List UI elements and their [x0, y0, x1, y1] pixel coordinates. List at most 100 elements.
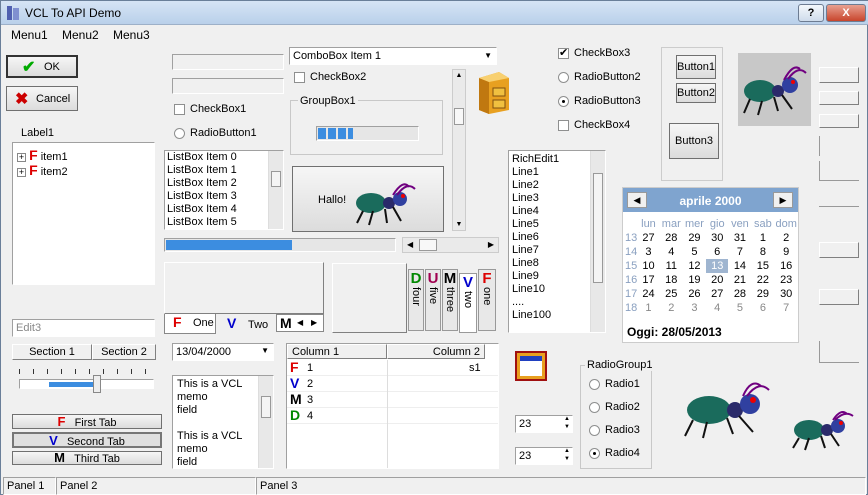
header-section-1[interactable]: Section 1	[12, 344, 92, 360]
tab-one[interactable]: F One	[164, 314, 216, 334]
calendar-day[interactable]: 1	[751, 231, 774, 245]
calendar-day[interactable]: 25	[660, 287, 683, 301]
table-row[interactable]: D4	[287, 407, 498, 424]
spin-edit-1[interactable]: 23 ▲ ▼	[515, 415, 573, 433]
calendar-day[interactable]: 6	[706, 245, 728, 259]
memo-scrollbar[interactable]	[258, 376, 273, 468]
radio3[interactable]	[589, 425, 600, 436]
button3[interactable]: Button3	[669, 123, 719, 159]
menu-item-3[interactable]: Menu3	[113, 28, 150, 42]
ok-button[interactable]: ✔ OK	[6, 55, 78, 78]
list-item[interactable]: ListBox Item 3	[165, 190, 283, 203]
calendar-day[interactable]: 10	[637, 259, 659, 273]
spin-edit-2[interactable]: 23 ▲ ▼	[515, 447, 573, 465]
calendar-day[interactable]: 5	[728, 301, 751, 315]
calendar-day[interactable]: 15	[751, 259, 774, 273]
checkbox3[interactable]: ✔	[558, 47, 569, 59]
calendar-day[interactable]: 2	[660, 301, 683, 315]
radiobutton2[interactable]	[558, 72, 569, 83]
radio1[interactable]	[589, 379, 600, 390]
tree-item[interactable]: + F item2	[17, 162, 68, 178]
scroll-right-icon[interactable]: ▶	[488, 240, 494, 249]
column-header-2[interactable]: Column 2	[387, 344, 485, 359]
radiobutton3[interactable]	[558, 96, 569, 107]
menu-item-1[interactable]: Menu1	[11, 28, 48, 42]
next-month-icon[interactable]: ▶	[773, 192, 793, 208]
tab-three-partial[interactable]: M ◀ ▶	[276, 314, 324, 332]
calendar-day[interactable]: 16	[774, 259, 798, 273]
list-item[interactable]: ListBox Item 2	[165, 177, 283, 190]
calendar-day[interactable]: 5	[683, 245, 706, 259]
column-header-1[interactable]: Column 1	[287, 344, 387, 359]
calendar-day[interactable]: 27	[706, 287, 728, 301]
list-item[interactable]: ListBox Item 0	[165, 151, 283, 164]
calendar-day[interactable]: 23	[774, 273, 798, 287]
tab-scroll-right-icon[interactable]: ▶	[311, 318, 317, 327]
table-row[interactable]: V2	[287, 375, 498, 392]
calendar-day[interactable]: 2	[774, 231, 798, 245]
calendar-day[interactable]: 30	[774, 287, 798, 301]
calendar-day[interactable]: 18	[660, 273, 683, 287]
rich-edit-scrollbar[interactable]	[590, 151, 605, 332]
trackbar[interactable]	[19, 369, 154, 397]
radiobutton1[interactable]	[174, 128, 185, 139]
calendar-day[interactable]: 8	[751, 245, 774, 259]
listbox[interactable]: ListBox Item 0 ListBox Item 1 ListBox It…	[164, 150, 284, 230]
calendar-day[interactable]: 28	[728, 287, 751, 301]
side-tab-three[interactable]: Mthree	[442, 269, 458, 331]
scroll-thumb[interactable]	[454, 108, 464, 125]
vertical-scrollbar[interactable]: ▲ ▼	[452, 69, 466, 231]
calendar-day[interactable]: 12	[683, 259, 706, 273]
scroll-thumb[interactable]	[271, 171, 281, 187]
tab-two[interactable]: V Two	[219, 314, 274, 334]
scroll-left-icon[interactable]: ◀	[407, 240, 413, 249]
tab-third[interactable]: M Third Tab	[12, 451, 162, 465]
list-view[interactable]: Column 1 Column 2 F 1 s1 V2 M3 D4	[286, 343, 499, 469]
checkbox1[interactable]	[174, 104, 185, 115]
calendar-day[interactable]: 19	[683, 273, 706, 287]
hallo-button[interactable]: Hallo!	[292, 166, 444, 232]
calendar-day[interactable]: 21	[728, 273, 751, 287]
button2[interactable]: Button2	[676, 83, 716, 103]
calendar-month-title[interactable]: aprile 2000	[653, 194, 768, 208]
scroll-down-icon[interactable]: ▼	[453, 221, 465, 228]
table-row[interactable]: M3	[287, 391, 498, 408]
list-item[interactable]: ListBox Item 5	[165, 216, 283, 229]
side-tab-one[interactable]: Fone	[478, 269, 496, 331]
side-tab-five[interactable]: Ufive	[425, 269, 441, 331]
calendar-today[interactable]: Oggi: 28/05/2013	[627, 325, 722, 339]
date-picker[interactable]: 13/04/2000 ▼	[172, 343, 274, 361]
edit3-field[interactable]: Edit3	[12, 319, 155, 337]
tab-scroll-left-icon[interactable]: ◀	[297, 318, 303, 327]
spin-up-icon[interactable]: ▲	[564, 416, 570, 422]
button1[interactable]: Button1	[676, 55, 716, 79]
listbox-scrollbar[interactable]	[268, 151, 283, 229]
spin-up-icon[interactable]: ▲	[564, 448, 570, 454]
table-row[interactable]: F 1 s1	[287, 359, 498, 376]
list-item[interactable]: ListBox Item 1	[165, 164, 283, 177]
calendar-day[interactable]: 29	[683, 231, 706, 245]
spin-down-icon[interactable]: ▼	[564, 456, 570, 462]
chevron-down-icon[interactable]: ▼	[484, 51, 492, 60]
calendar-day[interactable]: 31	[728, 231, 751, 245]
rich-edit[interactable]: RichEdit1 Line1 Line2 Line3 Line4 Line5 …	[508, 150, 606, 333]
empty-edit-1[interactable]	[172, 54, 284, 70]
scroll-thumb[interactable]	[593, 173, 603, 283]
calendar-day[interactable]: 7	[774, 301, 798, 315]
memo[interactable]: This is a VCL memo field This is a VCL m…	[172, 375, 274, 469]
scroll-thumb[interactable]	[419, 239, 437, 251]
month-calendar[interactable]: ◀ ▶ aprile 2000 lun mar mer gio ven sab dom 13…	[622, 187, 799, 343]
calendar-day[interactable]: 26	[683, 287, 706, 301]
calendar-day[interactable]: 30	[706, 231, 728, 245]
track-thumb[interactable]	[93, 375, 101, 393]
empty-edit-2[interactable]	[172, 78, 284, 94]
calendar-day[interactable]: 3	[637, 245, 659, 259]
calendar-day[interactable]: 22	[751, 273, 774, 287]
calendar-day[interactable]: 14	[728, 259, 751, 273]
calendar-day[interactable]: 6	[751, 301, 774, 315]
chevron-down-icon[interactable]: ▼	[261, 346, 269, 355]
radio4[interactable]	[589, 448, 600, 459]
expand-icon[interactable]: +	[17, 168, 26, 177]
calendar-day[interactable]: 17	[637, 273, 659, 287]
cancel-button[interactable]: ✖ Cancel	[6, 86, 78, 111]
